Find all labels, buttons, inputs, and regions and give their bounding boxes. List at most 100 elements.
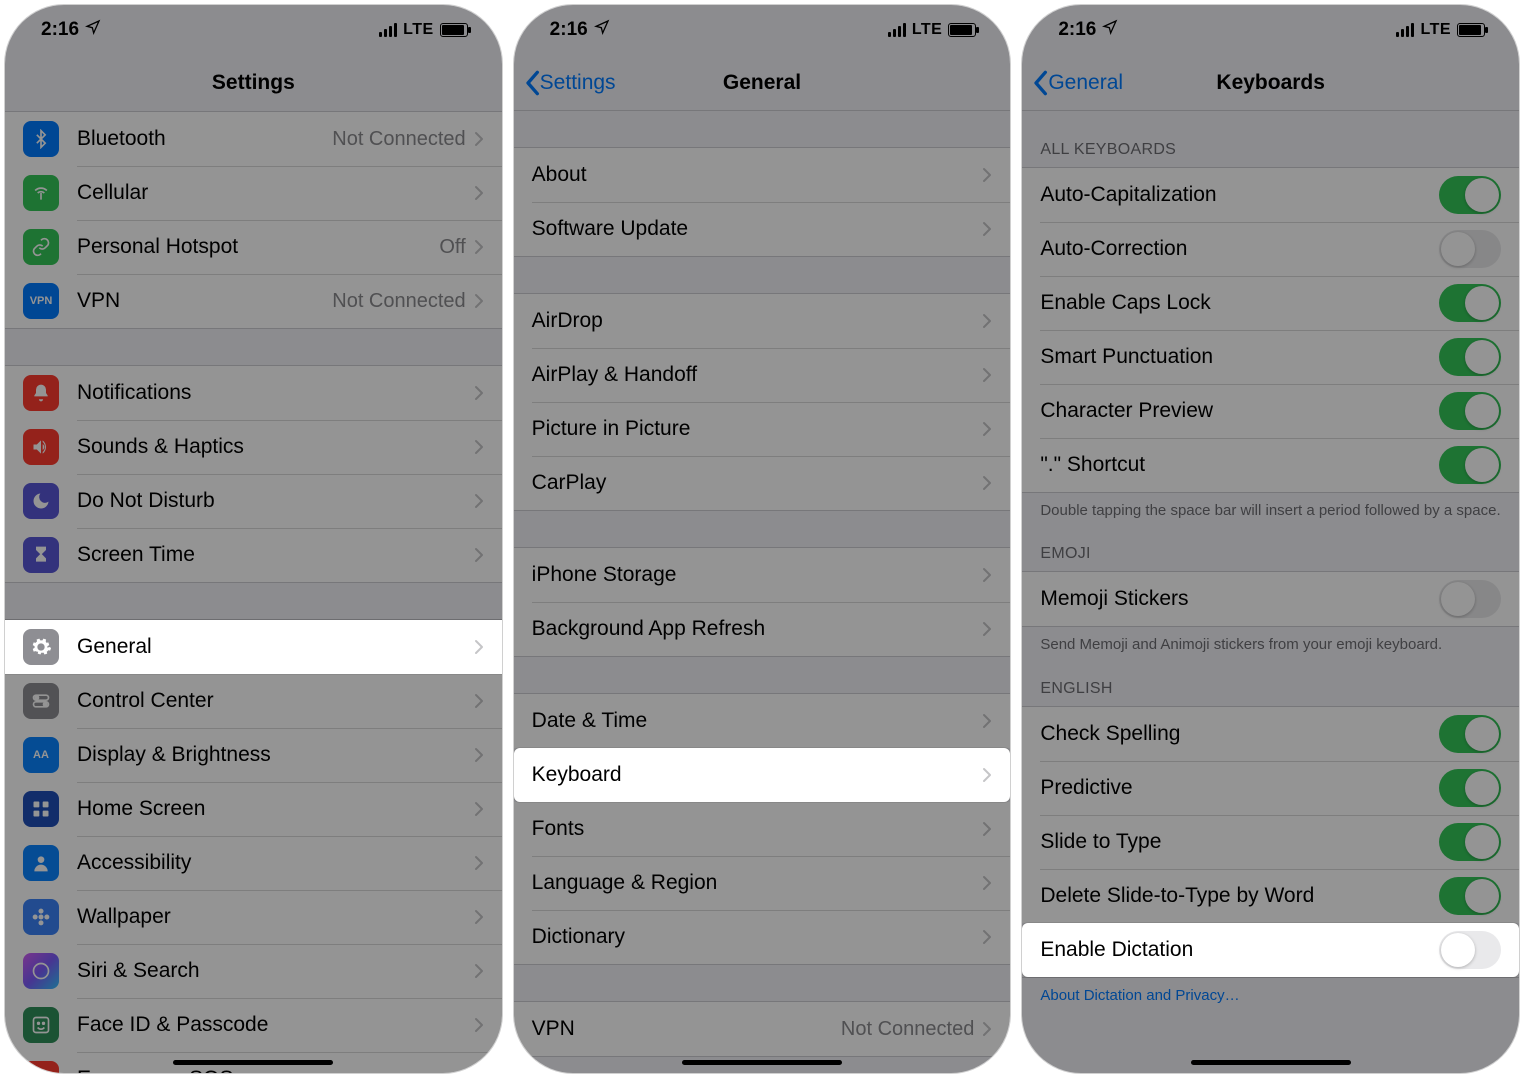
settings-row-sounds-haptics[interactable]: Sounds & Haptics — [5, 420, 502, 474]
row-label: Smart Punctuation — [1040, 345, 1439, 369]
general-row-vpn[interactable]: VPNNot Connected — [514, 1002, 1011, 1056]
network-label: LTE — [1420, 21, 1451, 39]
row-label: Delete Slide-to-Type by Word — [1040, 884, 1439, 908]
row-label: Picture in Picture — [532, 417, 983, 441]
row-value: Off — [439, 236, 465, 259]
row-value: Not Connected — [332, 290, 465, 313]
group-header-english: ENGLISH — [1022, 680, 1519, 706]
navbar: Settings — [5, 55, 502, 111]
speaker-icon — [23, 429, 59, 465]
switch-smart-punctuation[interactable] — [1439, 338, 1501, 376]
general-row-background-app-refresh[interactable]: Background App Refresh — [514, 602, 1011, 656]
settings-row-personal-hotspot[interactable]: Personal HotspotOff — [5, 220, 502, 274]
general-row-dictionary[interactable]: Dictionary — [514, 910, 1011, 964]
row-label: iPhone Storage — [532, 563, 983, 587]
settings-row-general[interactable]: General — [5, 620, 502, 674]
switch-auto-correction[interactable] — [1439, 230, 1501, 268]
settings-row-vpn[interactable]: VPNVPNNot Connected — [5, 274, 502, 328]
status-bar: 2:16 LTE — [5, 5, 502, 55]
general-row-fonts[interactable]: Fonts — [514, 802, 1011, 856]
settings-row-screen-time[interactable]: Screen Time — [5, 528, 502, 582]
page-title: General — [723, 71, 801, 95]
network-label: LTE — [912, 21, 943, 39]
row-label: General — [77, 635, 474, 659]
home-indicator[interactable] — [173, 1060, 333, 1065]
general-group-vpn: VPNNot Connected — [514, 1001, 1011, 1057]
general-row-keyboard[interactable]: Keyboard — [514, 748, 1011, 802]
row-label: Bluetooth — [77, 127, 332, 151]
switch-memoji-stickers[interactable] — [1439, 580, 1501, 618]
dictation-privacy-link[interactable]: About Dictation and Privacy… — [1022, 978, 1519, 1006]
row-label: Face ID & Passcode — [77, 1013, 474, 1037]
switch-enable-caps-lock[interactable] — [1439, 284, 1501, 322]
keyboard-row-delete-slide-to-type-by-word: Delete Slide-to-Type by Word — [1022, 869, 1519, 923]
back-label: General — [1048, 71, 1123, 95]
keyboards-group-all: Auto-CapitalizationAuto-CorrectionEnable… — [1022, 167, 1519, 493]
row-label: Keyboard — [532, 763, 983, 787]
settings-row-notifications[interactable]: Notifications — [5, 366, 502, 420]
status-bar: 2:16 LTE — [514, 5, 1011, 55]
signal-icon — [1396, 23, 1414, 37]
settings-group-general: General Control Center AADisplay & Brightn… — [5, 619, 502, 1074]
antenna-icon — [23, 175, 59, 211]
general-row-carplay[interactable]: CarPlay — [514, 456, 1011, 510]
switch-character-preview[interactable] — [1439, 392, 1501, 430]
back-button[interactable]: General — [1032, 69, 1123, 97]
settings-row-bluetooth[interactable]: BluetoothNot Connected — [5, 112, 502, 166]
row-value: Not Connected — [332, 128, 465, 151]
keyboard-row-enable-caps-lock: Enable Caps Lock — [1022, 276, 1519, 330]
general-group-storage: iPhone Storage Background App Refresh — [514, 547, 1011, 657]
general-row-language-region[interactable]: Language & Region — [514, 856, 1011, 910]
keyboards-group-emoji: Memoji Stickers — [1022, 571, 1519, 627]
row-label: Control Center — [77, 689, 474, 713]
status-time: 2:16 — [550, 19, 588, 41]
general-row-iphone-storage[interactable]: iPhone Storage — [514, 548, 1011, 602]
group-header-all-keyboards: ALL KEYBOARDS — [1022, 141, 1519, 167]
row-label: Enable Dictation — [1040, 938, 1439, 962]
row-label: Do Not Disturb — [77, 489, 474, 513]
network-label: LTE — [403, 21, 434, 39]
row-label: VPN — [532, 1017, 841, 1041]
settings-row-display-brightness[interactable]: AADisplay & Brightness — [5, 728, 502, 782]
row-label: Memoji Stickers — [1040, 587, 1439, 611]
switch-shortcut[interactable] — [1439, 446, 1501, 484]
battery-icon — [948, 23, 976, 37]
switch-delete-slide-to-type-by-word[interactable] — [1439, 877, 1501, 915]
settings-row-home-screen[interactable]: Home Screen — [5, 782, 502, 836]
general-row-software-update[interactable]: Software Update — [514, 202, 1011, 256]
switch-slide-to-type[interactable] — [1439, 823, 1501, 861]
keyboard-row-predictive: Predictive — [1022, 761, 1519, 815]
row-label: "." Shortcut — [1040, 453, 1439, 477]
status-bar: 2:16 LTE — [1022, 5, 1519, 55]
general-row-airdrop[interactable]: AirDrop — [514, 294, 1011, 348]
settings-row-wallpaper[interactable]: Wallpaper — [5, 890, 502, 944]
phone-general: 2:16 LTE Settings General AboutSoftware … — [513, 4, 1012, 1074]
row-label: Cellular — [77, 181, 474, 205]
row-label: Dictionary — [532, 925, 983, 949]
switch-check-spelling[interactable] — [1439, 715, 1501, 753]
row-label: Enable Caps Lock — [1040, 291, 1439, 315]
row-label: Accessibility — [77, 851, 474, 875]
settings-row-do-not-disturb[interactable]: Do Not Disturb — [5, 474, 502, 528]
settings-row-accessibility[interactable]: Accessibility — [5, 836, 502, 890]
home-indicator[interactable] — [1191, 1060, 1351, 1065]
settings-row-face-id-passcode[interactable]: Face ID & Passcode — [5, 998, 502, 1052]
general-row-about[interactable]: About — [514, 148, 1011, 202]
general-row-date-time[interactable]: Date & Time — [514, 694, 1011, 748]
row-label: Background App Refresh — [532, 617, 983, 641]
settings-row-cellular[interactable]: Cellular — [5, 166, 502, 220]
switch-enable-dictation[interactable] — [1439, 931, 1501, 969]
row-label: CarPlay — [532, 471, 983, 495]
general-row-picture-in-picture[interactable]: Picture in Picture — [514, 402, 1011, 456]
switch-auto-capitalization[interactable] — [1439, 176, 1501, 214]
row-label: Predictive — [1040, 776, 1439, 800]
general-row-airplay-handoff[interactable]: AirPlay & Handoff — [514, 348, 1011, 402]
status-time: 2:16 — [41, 19, 79, 41]
switch-predictive[interactable] — [1439, 769, 1501, 807]
settings-row-control-center[interactable]: Control Center — [5, 674, 502, 728]
home-indicator[interactable] — [682, 1060, 842, 1065]
back-button[interactable]: Settings — [524, 69, 616, 97]
settings-row-siri-search[interactable]: Siri & Search — [5, 944, 502, 998]
group-header-emoji: EMOJI — [1022, 545, 1519, 571]
location-icon — [85, 19, 101, 41]
